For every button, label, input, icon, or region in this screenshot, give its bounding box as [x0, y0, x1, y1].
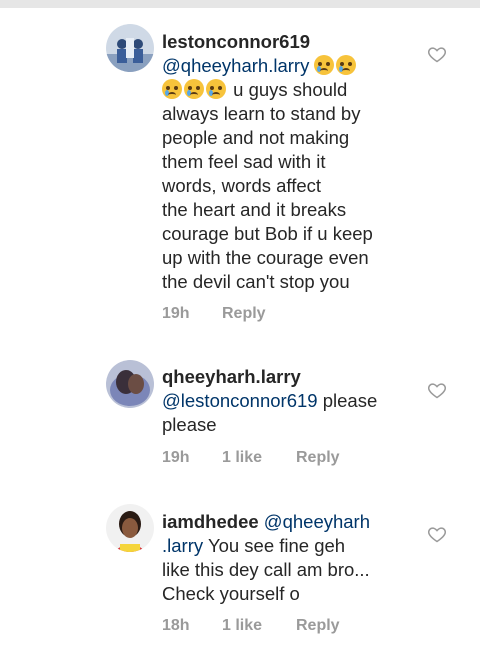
comment-text: u guys should: [233, 79, 348, 100]
like-count[interactable]: 1 like: [222, 449, 262, 467]
comment-line: iamdhedee @qheeyharh: [162, 510, 417, 534]
heart-icon[interactable]: [427, 380, 447, 400]
comment-line: words, words affect: [162, 175, 322, 196]
username[interactable]: iamdhedee: [162, 511, 259, 532]
comment-line: @lestonconnor619 please: [162, 389, 417, 413]
comment-line: lestonconnor619: [162, 30, 417, 54]
reply-button[interactable]: Reply: [296, 449, 340, 467]
comment-line: always learn to stand by: [162, 103, 361, 124]
crying-face-icon: [162, 79, 182, 99]
comment-line: like this dey call am bro...: [162, 559, 370, 580]
avatar[interactable]: [106, 360, 154, 408]
username[interactable]: lestonconnor619: [162, 31, 310, 52]
mention-link[interactable]: @qheeyharh.larry: [162, 55, 309, 76]
comment-line: @qheeyharh.larry: [162, 54, 417, 78]
comment-line: the devil can't stop you: [162, 271, 350, 292]
username[interactable]: qheeyharh.larry: [162, 366, 301, 387]
comment-line: .larry You see fine geh: [162, 534, 417, 558]
comment-line: u guys should: [162, 78, 417, 102]
avatar[interactable]: [106, 504, 154, 552]
reply-button[interactable]: Reply: [296, 617, 340, 635]
avatar[interactable]: [106, 24, 154, 72]
mention-link[interactable]: .larry: [162, 535, 203, 556]
crying-face-icon: [314, 55, 335, 75]
like-count[interactable]: 1 like: [222, 617, 262, 635]
mention-link[interactable]: @qheeyharh: [264, 511, 370, 532]
mention-link[interactable]: @lestonconnor619: [162, 390, 318, 411]
comment-line: Check yourself o: [162, 583, 300, 604]
reply-button[interactable]: Reply: [222, 305, 266, 323]
comment-line: qheeyharh.larry: [162, 365, 417, 389]
comment-line: people and not making: [162, 127, 350, 148]
comment-line: courage but Bob if u keep: [162, 223, 373, 244]
timestamp: 18h: [162, 617, 190, 634]
crying-face-icon: [336, 55, 357, 75]
comment-text: You see fine geh: [207, 535, 346, 556]
heart-icon[interactable]: [427, 44, 447, 64]
crying-face-icon: [184, 79, 204, 99]
comment-line: them feel sad with it: [162, 151, 326, 172]
heart-icon[interactable]: [427, 524, 447, 544]
top-divider: [0, 0, 480, 8]
comment-line: the heart and it breaks: [162, 199, 347, 220]
comment-line: up with the courage even: [162, 247, 369, 268]
crying-face-icon: [206, 79, 226, 99]
timestamp: 19h: [162, 449, 190, 466]
comment-text: please: [322, 390, 378, 411]
comment-line: please: [162, 414, 217, 435]
timestamp: 19h: [162, 305, 190, 322]
